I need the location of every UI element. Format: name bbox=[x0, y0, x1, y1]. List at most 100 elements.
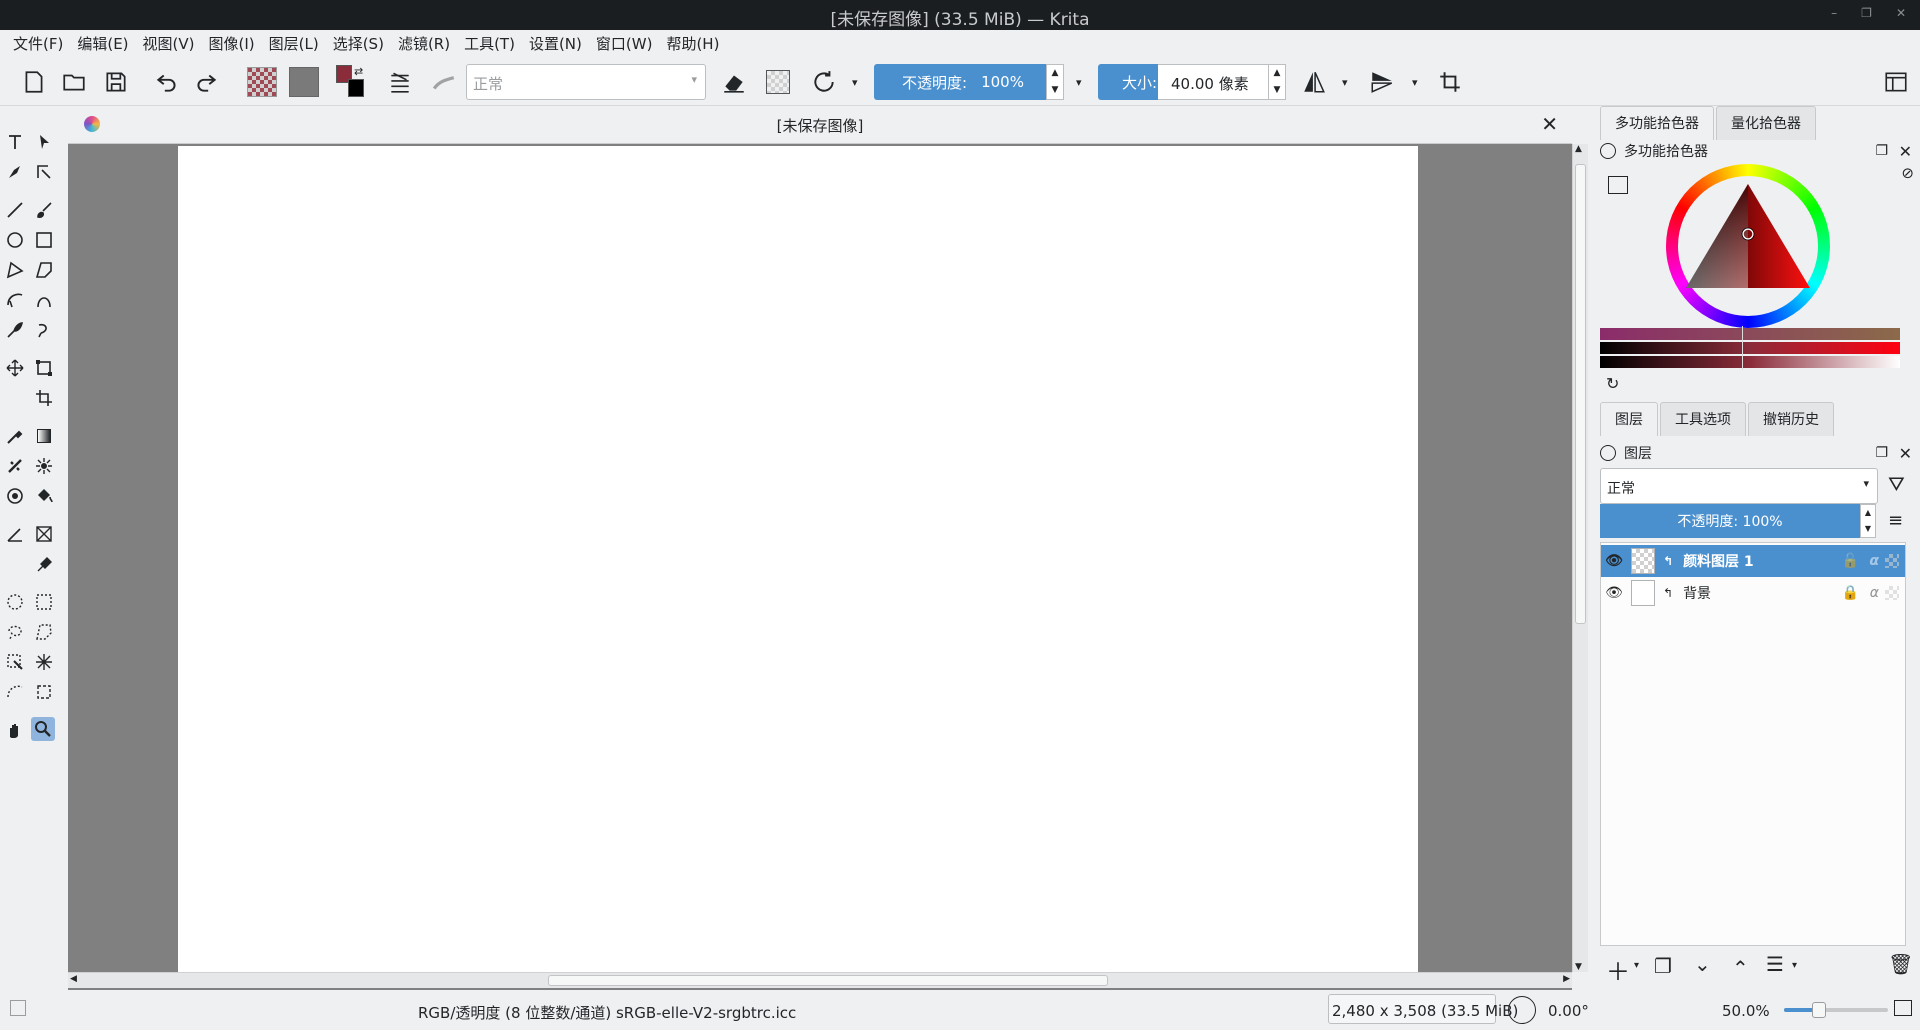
layer-opacity-slider[interactable]: 不透明度: 100% bbox=[1600, 504, 1860, 538]
layer-row[interactable]: 👁 ↰ 颜料图层 1 🔓 α bbox=[1601, 545, 1905, 577]
add-layer-icon[interactable]: ＋ bbox=[1606, 952, 1630, 987]
color-selector-settings-icon[interactable] bbox=[1608, 176, 1628, 194]
menu-tools[interactable]: 工具(T) bbox=[457, 30, 522, 58]
fullscreen-icon[interactable] bbox=[1894, 1000, 1912, 1016]
chevron-down-icon[interactable]: ▾ bbox=[1342, 76, 1348, 89]
no-color-icon[interactable]: ⊘ bbox=[1901, 164, 1914, 182]
redo-icon[interactable] bbox=[190, 66, 222, 98]
layer-blend-mode-combo[interactable]: 正常 ▾ bbox=[1600, 468, 1878, 504]
saturation-value-triangle[interactable] bbox=[1666, 164, 1830, 328]
menu-filter[interactable]: 滤镜(R) bbox=[391, 30, 457, 58]
menu-settings[interactable]: 设置(N) bbox=[522, 30, 589, 58]
fill-bucket-tool-icon[interactable] bbox=[32, 484, 56, 508]
polygon-select-tool-icon[interactable] bbox=[32, 620, 56, 644]
pattern-preset-icon[interactable] bbox=[288, 66, 320, 98]
move-layer-up-icon[interactable]: ⌃ bbox=[1732, 956, 1749, 980]
canvas-paper[interactable] bbox=[178, 146, 1418, 972]
freehand-path-tool-icon[interactable] bbox=[32, 288, 56, 312]
multibrush-tool-icon[interactable] bbox=[32, 318, 56, 342]
pan-hand-tool-icon[interactable] bbox=[3, 718, 27, 742]
blend-mode-combo[interactable]: 正常 ▾ bbox=[466, 64, 706, 100]
canvas-rotation-icon[interactable] bbox=[1508, 996, 1536, 1024]
scroll-up-icon[interactable]: ▲ bbox=[1575, 144, 1582, 154]
polyline-tool-icon[interactable] bbox=[3, 258, 27, 282]
layer-row[interactable]: 👁 ↰ 背景 🔒 α bbox=[1601, 577, 1905, 609]
new-document-icon[interactable] bbox=[18, 66, 50, 98]
colorize-mask-tool-icon[interactable] bbox=[32, 454, 56, 478]
visibility-eye-icon[interactable]: 👁 bbox=[1601, 553, 1627, 569]
menu-layer[interactable]: 图层(L) bbox=[262, 30, 326, 58]
dynamic-brush-tool-icon[interactable] bbox=[3, 318, 27, 342]
opacity-stepper[interactable]: ▲ ▼ bbox=[1046, 64, 1064, 100]
tab-undo-history[interactable]: 撤销历史 bbox=[1748, 402, 1834, 436]
mirror-vertical-icon[interactable] bbox=[1366, 66, 1398, 98]
size-slider[interactable]: 大小: bbox=[1098, 64, 1158, 100]
zoom-tool-icon[interactable] bbox=[31, 717, 55, 741]
bezier-select-tool-icon[interactable] bbox=[3, 680, 27, 704]
crop-tool-icon[interactable] bbox=[32, 386, 56, 410]
edit-shapes-tool-icon[interactable] bbox=[32, 160, 56, 184]
brush-settings-icon[interactable] bbox=[384, 66, 416, 98]
selection-indicator-icon[interactable] bbox=[10, 1000, 26, 1016]
gradient-tool-icon[interactable] bbox=[32, 424, 56, 448]
filter-icon[interactable]: ⛛ bbox=[1888, 472, 1905, 496]
size-stepper[interactable]: ▲ ▼ bbox=[1268, 64, 1286, 100]
scroll-right-icon[interactable]: ▶ bbox=[1563, 974, 1570, 984]
undo-icon[interactable] bbox=[151, 66, 183, 98]
select-shapes-tool-icon[interactable] bbox=[32, 130, 56, 154]
zoom-slider-handle[interactable] bbox=[1812, 1002, 1826, 1018]
rectangle-tool-icon[interactable] bbox=[32, 228, 56, 252]
float-panel-icon[interactable]: ❐ bbox=[1875, 445, 1888, 461]
reference-pin-tool-icon[interactable] bbox=[32, 552, 56, 576]
hamburger-menu-icon[interactable]: ≡ bbox=[1888, 510, 1903, 531]
inherit-alpha-icon[interactable] bbox=[1885, 554, 1899, 568]
menu-window[interactable]: 窗口(W) bbox=[589, 30, 660, 58]
hue-ring[interactable] bbox=[1666, 164, 1830, 328]
chevron-down-icon[interactable]: ▾ bbox=[1076, 76, 1082, 89]
text-tool-icon[interactable] bbox=[3, 130, 27, 154]
gradient-preset-icon[interactable] bbox=[246, 66, 278, 98]
menu-file[interactable]: 文件(F) bbox=[6, 30, 70, 58]
tab-tool-options[interactable]: 工具选项 bbox=[1660, 402, 1746, 436]
scroll-left-icon[interactable]: ◀ bbox=[70, 974, 77, 984]
ellipse-tool-icon[interactable] bbox=[3, 228, 27, 252]
freehand-select-tool-icon[interactable] bbox=[3, 620, 27, 644]
layer-lock-icon[interactable]: 🔓 bbox=[1842, 553, 1859, 569]
shade-bar-saturation[interactable] bbox=[1600, 342, 1900, 354]
minimize-button[interactable]: – bbox=[1831, 6, 1837, 20]
size-value[interactable]: 40.00 像素 bbox=[1158, 64, 1268, 100]
horizontal-scroll-thumb[interactable] bbox=[548, 975, 1108, 986]
perspective-grid-tool-icon[interactable] bbox=[32, 522, 56, 546]
zoom-value[interactable]: 50.0% bbox=[1722, 1002, 1770, 1020]
transform-tool-icon[interactable] bbox=[32, 356, 56, 380]
polygon-tool-icon[interactable] bbox=[32, 258, 56, 282]
chevron-down-icon[interactable]: ▾ bbox=[852, 76, 858, 89]
menu-edit[interactable]: 编辑(E) bbox=[70, 30, 135, 58]
close-panel-icon[interactable]: ✕ bbox=[1899, 444, 1912, 463]
document-tab[interactable]: [未保存图像] ✕ bbox=[68, 106, 1572, 144]
fg-bg-color-swatch[interactable]: ⇄ bbox=[334, 65, 366, 98]
lock-icon[interactable] bbox=[1600, 445, 1616, 461]
close-window-button[interactable]: ✕ bbox=[1896, 6, 1906, 20]
rotation-value[interactable]: 0.00° bbox=[1548, 1002, 1589, 1020]
restore-button[interactable]: ❐ bbox=[1861, 6, 1872, 20]
move-layer-down-icon[interactable]: ⌄ bbox=[1694, 952, 1711, 976]
vertical-scrollbar[interactable]: ▲ ▼ bbox=[1572, 144, 1588, 972]
menu-image[interactable]: 图像(I) bbox=[202, 30, 262, 58]
delete-layer-icon[interactable]: 🗑 bbox=[1888, 952, 1913, 976]
alpha-lock-icon[interactable]: α bbox=[1869, 553, 1879, 569]
preserve-alpha-icon[interactable] bbox=[762, 66, 794, 98]
duplicate-layer-icon[interactable]: ❐ bbox=[1654, 954, 1672, 978]
bezier-curve-tool-icon[interactable] bbox=[3, 288, 27, 312]
magnetic-select-tool-icon[interactable] bbox=[32, 680, 56, 704]
visibility-eye-icon[interactable]: 👁 bbox=[1601, 585, 1627, 601]
open-folder-icon[interactable] bbox=[58, 66, 90, 98]
inherit-alpha-icon[interactable] bbox=[1885, 586, 1899, 600]
shade-bar-value[interactable] bbox=[1600, 356, 1900, 368]
measure-tool-icon[interactable] bbox=[3, 522, 27, 546]
chevron-down-icon[interactable]: ▾ bbox=[1634, 960, 1639, 971]
close-panel-icon[interactable]: ✕ bbox=[1899, 142, 1912, 161]
float-panel-icon[interactable]: ❐ bbox=[1875, 143, 1888, 159]
close-document-icon[interactable]: ✕ bbox=[1541, 112, 1558, 136]
save-icon[interactable] bbox=[100, 66, 132, 98]
